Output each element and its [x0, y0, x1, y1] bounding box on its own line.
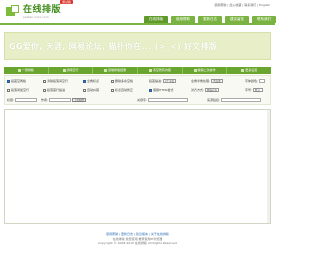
nav-tab-contact[interactable]: 联系我们: [252, 16, 276, 23]
gear-icon: [241, 68, 245, 72]
nav-tab-help[interactable]: 使用帮助: [171, 16, 195, 23]
checkbox-first-indent[interactable]: [43, 88, 46, 92]
nav-divider: [0, 23, 275, 25]
title-input[interactable]: [15, 98, 38, 102]
beta-badge: 测试版: [60, 0, 74, 4]
nav-tab-changelog[interactable]: 更新日志: [198, 16, 222, 23]
footer-copyright: Copyright © 2008-2010 在线排版 All Rights Re…: [98, 241, 177, 245]
checkbox-add-blank[interactable]: [7, 88, 10, 92]
clear-all-button[interactable]: 清空所有内容: [138, 67, 183, 74]
more-settings-button[interactable]: 更多设置: [227, 67, 271, 74]
top-links[interactable]: 使用帮助 | 加入收藏 | 联系我们 | English: [214, 3, 270, 7]
trash-icon: [148, 68, 152, 72]
nav-tab-paiban[interactable]: 在线排版: [144, 16, 168, 23]
upload-button[interactable]: 上传附件: [72, 98, 87, 102]
toolbar: 一键排版 清除空行 复制排版结果 清空所有内容 撤销上次操作 更多设置: [4, 67, 271, 74]
logo[interactable]: 在线排版 paiban.xxxx.com: [6, 5, 61, 19]
checkbox-clear-blank[interactable]: [43, 79, 46, 83]
checkbox-indent[interactable]: [7, 79, 10, 83]
checkbox-autocorrect[interactable]: [83, 88, 86, 92]
fullwidth-select[interactable]: 不处理: [211, 79, 223, 83]
keyword-input[interactable]: [148, 98, 189, 102]
checkbox-punct-fix[interactable]: [111, 88, 114, 92]
color-input[interactable]: [259, 79, 266, 83]
undo-button[interactable]: 撤销上次操作: [183, 67, 228, 74]
options-row-1: 段首空两格 清除段落间空行 全角标点 删除多余空格 段首缩进: 2个字符 全角半角…: [7, 78, 270, 84]
source-input[interactable]: [221, 98, 262, 102]
logo-icon: [6, 5, 20, 18]
clear-blank-lines-button[interactable]: 清除空行: [49, 67, 94, 74]
align-select[interactable]: 两端对齐: [205, 88, 220, 92]
logo-subtitle: paiban.xxxx.com: [23, 15, 49, 19]
magic-icon: [17, 68, 21, 72]
font-size-select[interactable]: 默认: [253, 88, 264, 92]
eraser-icon: [62, 68, 66, 72]
banner: GG爱你, 天涯, 网易论坛, 猫扑你在... (>_<) 好文排版: [4, 32, 271, 60]
checkbox-remove-spaces[interactable]: [111, 79, 114, 83]
checkbox-keep-html[interactable]: [149, 88, 152, 92]
options-row-3: 标题: 作者: 上传附件 关键字: 来源链接:: [7, 97, 270, 103]
banner-text: GG爱你, 天涯, 网易论坛, 猫扑你在... (>_<) 好文排版: [9, 42, 218, 51]
footer: 使用帮助 | 更新日志 | 建议留言 | 关于在线排版 在线排版 免费使用 推荐…: [0, 232, 275, 246]
options-row-2: 段落间加空行 段落首行缩进 自动纠错 标点自动修正 保留HTML格式 对齐方式:…: [7, 87, 270, 93]
one-click-format-button[interactable]: 一键排版: [4, 67, 49, 74]
copy-result-button[interactable]: 复制排版结果: [93, 67, 139, 74]
undo-icon: [193, 68, 197, 72]
options-panel: 段首空两格 清除段落间空行 全角标点 删除多余空格 段首缩进: 2个字符 全角半角…: [4, 75, 271, 105]
nav-tab-feedback[interactable]: 建议留言: [225, 16, 249, 23]
copy-icon: [104, 68, 108, 72]
indent-select[interactable]: 2个字符: [163, 79, 177, 83]
author-input[interactable]: [49, 98, 72, 102]
checkbox-fullwidth-punct[interactable]: [83, 79, 86, 83]
editor-textarea[interactable]: [4, 109, 271, 224]
editor-scrollbar[interactable]: [267, 110, 270, 223]
main-nav: 在线排版 使用帮助 更新日志 建议留言 联系我们: [144, 16, 279, 23]
logo-text: 在线排版: [23, 5, 62, 15]
